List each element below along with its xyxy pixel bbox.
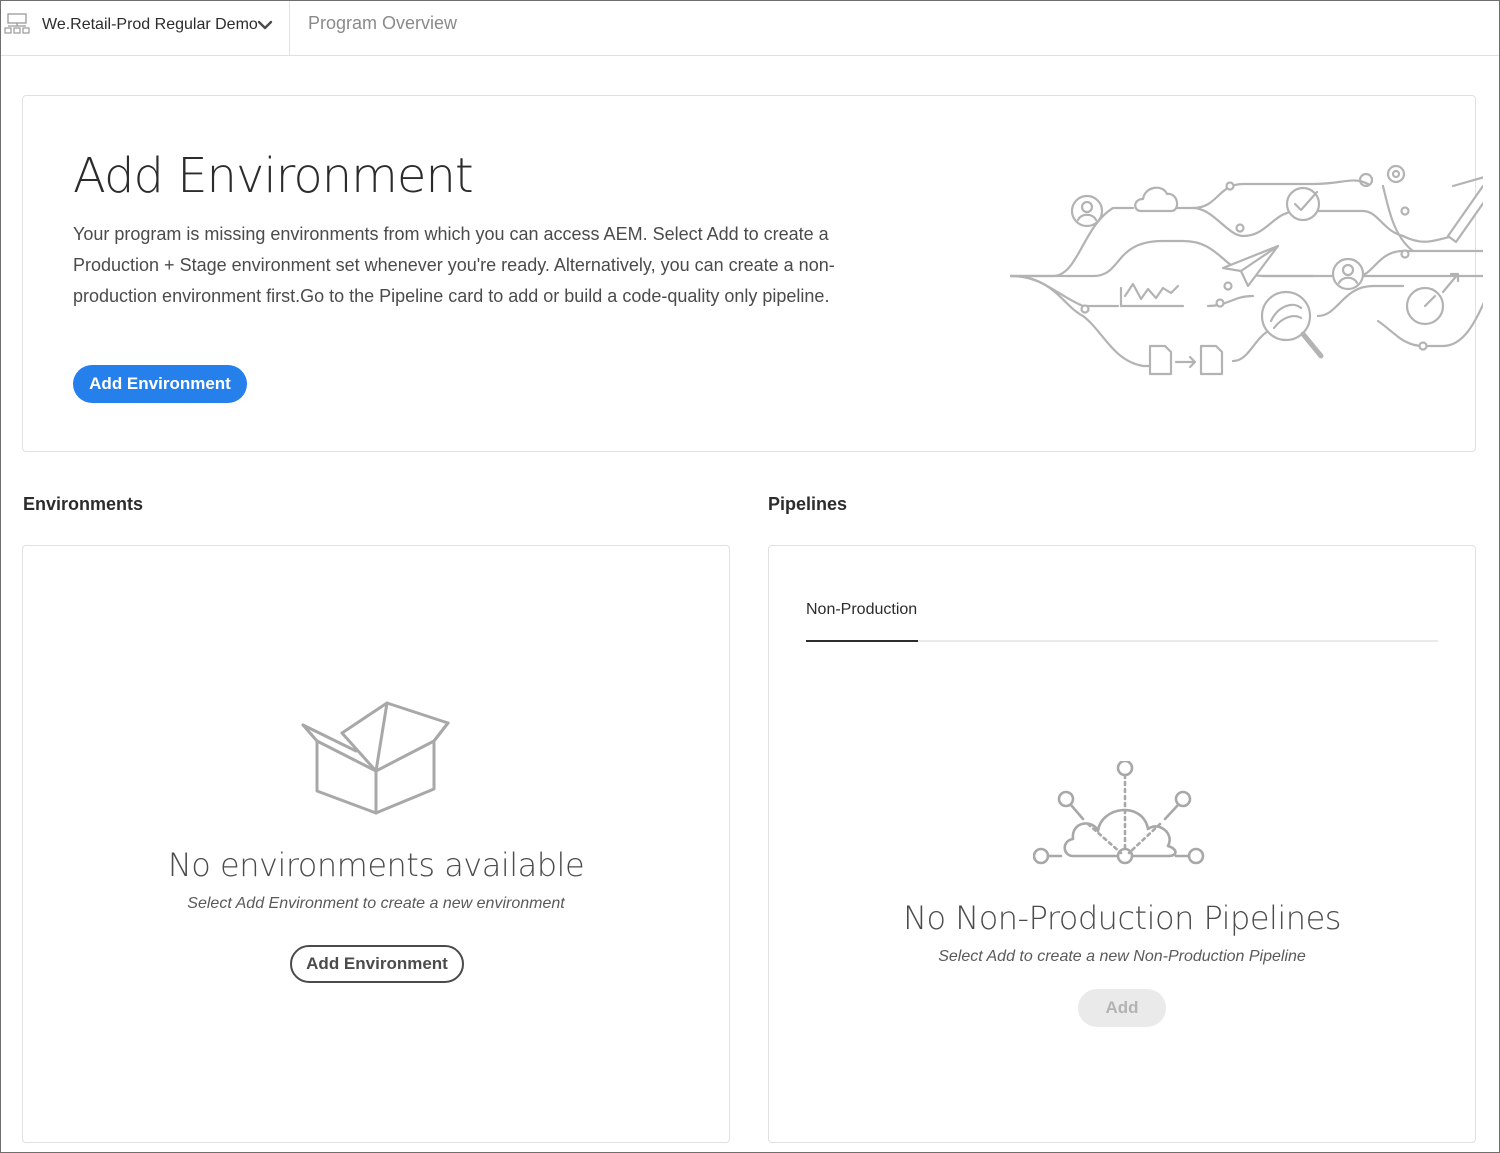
empty-box-icon xyxy=(301,701,450,815)
add-environment-card: Add Environment Your program is missing … xyxy=(22,95,1483,452)
pipelines-empty-title: No Non-Production Pipelines xyxy=(903,899,1341,937)
add-environment-button[interactable]: Add Environment xyxy=(73,365,247,403)
chevron-down-icon xyxy=(257,20,273,30)
add-pipeline-button[interactable]: Add xyxy=(1078,989,1166,1027)
pipelines-empty-subtitle: Select Add to create a new Non-Productio… xyxy=(938,948,1306,965)
program-switcher[interactable]: We.Retail-Prod Regular Demo xyxy=(1,1,290,56)
hero-title: Add Environment xyxy=(73,148,474,204)
environments-empty-title: No environments available xyxy=(167,846,585,884)
tab-non-production[interactable]: Non-Production xyxy=(806,601,918,642)
environments-empty-subtitle: Select Add Environment to create a new e… xyxy=(187,895,565,912)
hero-illustration xyxy=(1009,164,1483,376)
hero-description: Your program is missing environments fro… xyxy=(73,224,835,306)
pipeline-tabs: Non-Production xyxy=(806,586,1438,642)
environments-card: No environments available Select Add Env… xyxy=(22,545,730,1143)
tab-label: Non-Production xyxy=(806,601,918,618)
top-bar: We.Retail-Prod Regular Demo Program Over… xyxy=(1,1,1499,56)
page-title: Program Overview xyxy=(308,13,458,33)
program-name: We.Retail-Prod Regular Demo xyxy=(42,16,258,33)
add-environment-secondary-button[interactable]: Add Environment xyxy=(290,945,464,983)
environments-heading: Environments xyxy=(23,494,144,514)
pipelines-heading: Pipelines xyxy=(768,494,848,514)
program-switcher-icon xyxy=(4,13,30,34)
pipelines-card: Non-Production No Non-Production Pipelin… xyxy=(768,545,1476,1143)
cloud-pipeline-icon xyxy=(1033,761,1205,865)
